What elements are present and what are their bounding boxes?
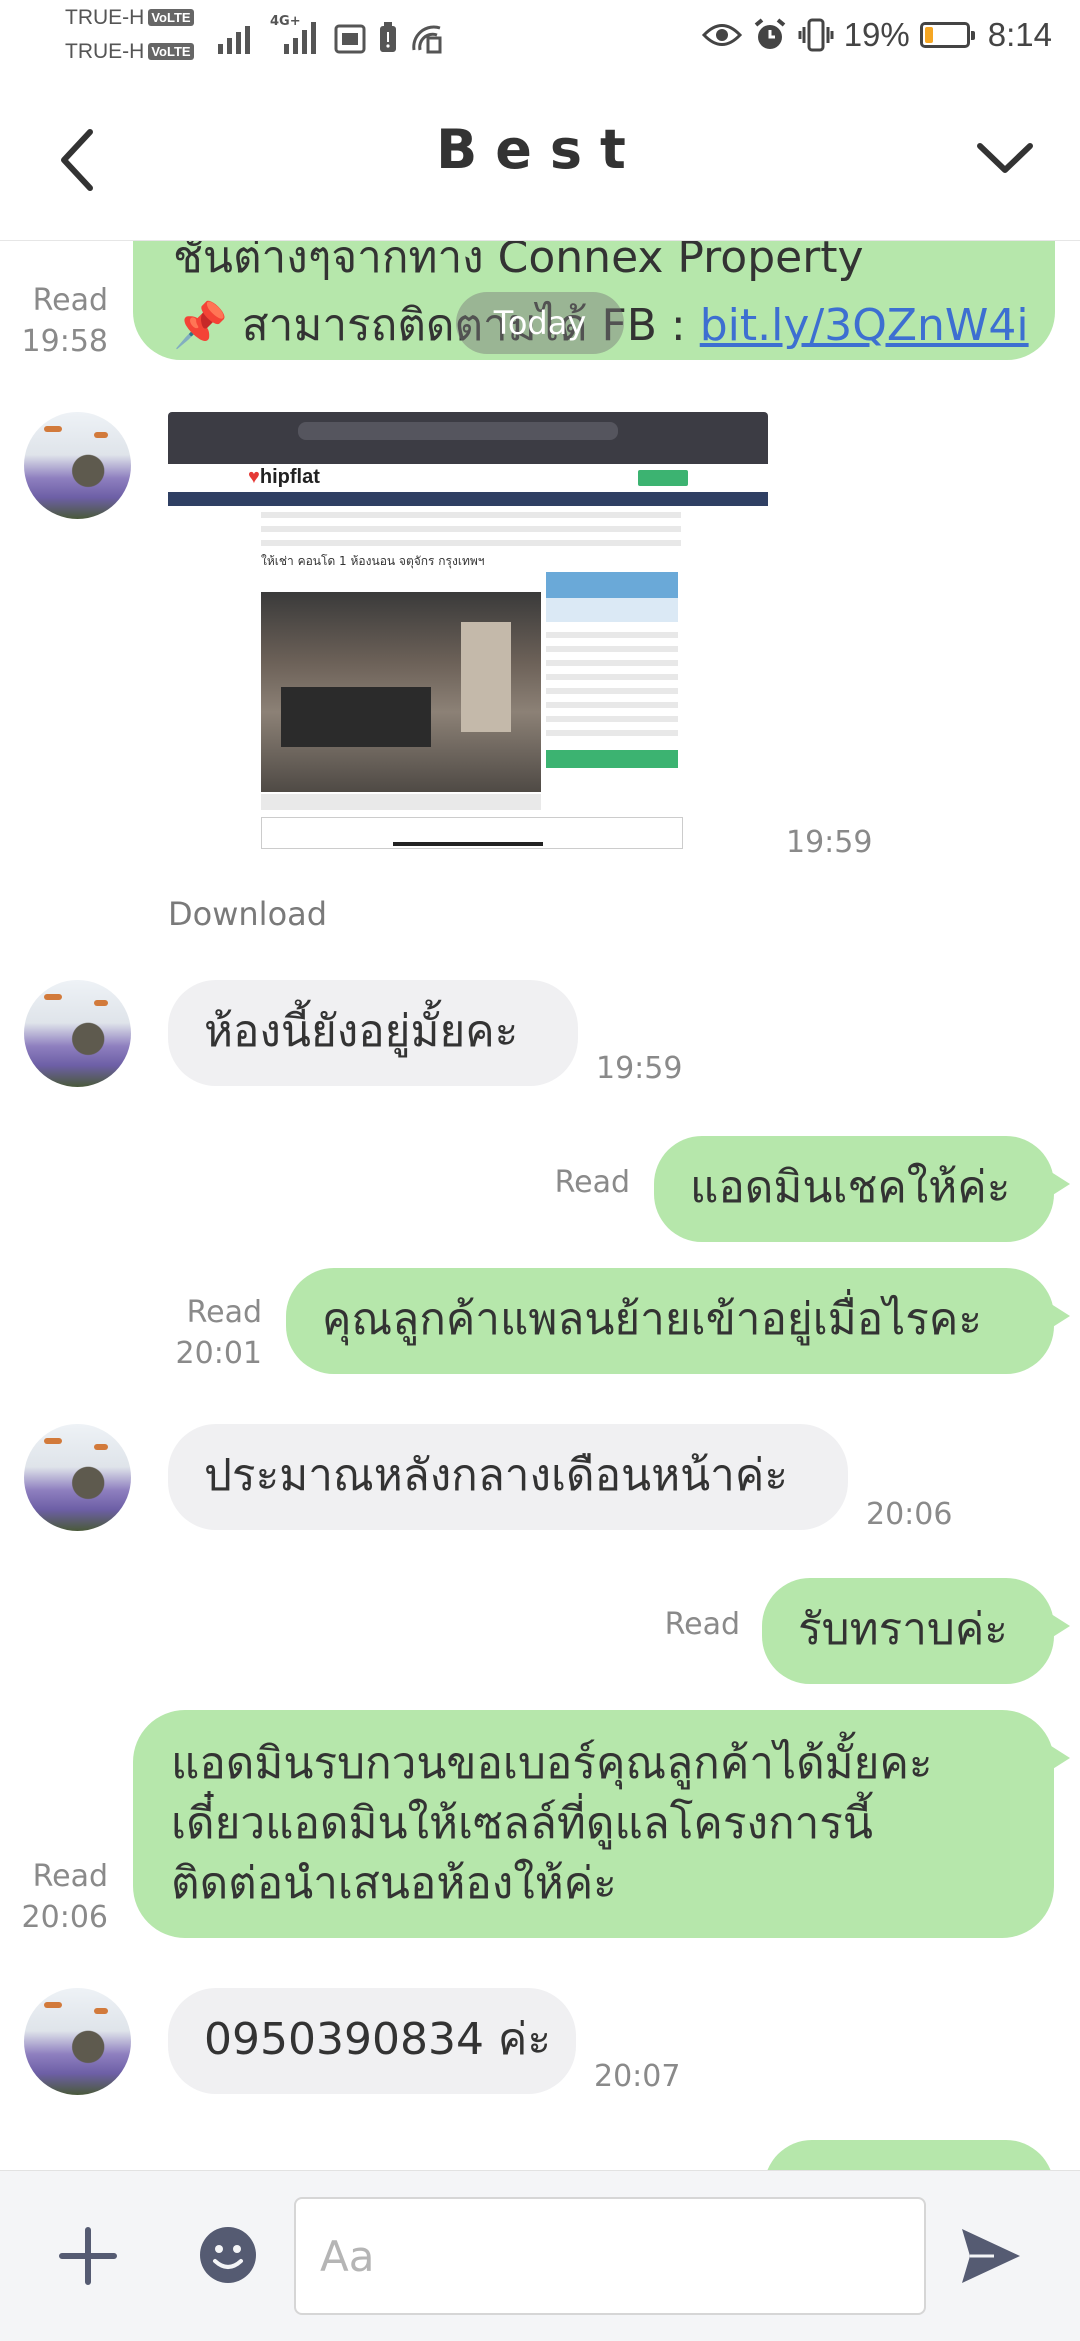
read-status: Read — [32, 1859, 108, 1894]
send-icon[interactable] — [958, 2223, 1024, 2289]
image-message[interactable]: ♥hipflat ให้เช่า คอนโด 1 ห้องนอน จตุจักร… — [168, 412, 768, 852]
vibrate-icon — [798, 18, 834, 52]
message-composer — [0, 2170, 1080, 2341]
status-bar: TRUE-H VoLTE TRUE-H VoLTE 4G+ 19% 8:14 — [0, 0, 1080, 78]
message-text: ชั้นต่างๆจากทาง Connex Property — [173, 240, 864, 283]
image-heading-text: ให้เช่า คอนโด 1 ห้องนอน จตุจักร กรุงเทพฯ — [261, 554, 485, 568]
message-time: 20:07 — [594, 2059, 681, 2094]
message-time: 20:01 — [175, 1336, 262, 1371]
carrier-label-1: TRUE-H VoLTE — [65, 6, 194, 30]
message-time: 19:59 — [596, 1051, 683, 1086]
read-status: Read — [664, 1607, 740, 1642]
battery-icon — [919, 22, 975, 48]
message-bubble-outgoing[interactable]: แอดมินเชคให้ค่ะ — [654, 1136, 1070, 1242]
message-text: 0950390834 ค่ะ — [204, 2014, 551, 2065]
battery-saver-icon — [380, 22, 396, 52]
message-bubble-outgoing[interactable]: คุณลูกค้าแพลนย้ายเข้าอยู่เมื่อไรคะ — [286, 1268, 1070, 1374]
message-text: ประมาณหลังกลางเดือนหน้าค่ะ — [204, 1450, 788, 1501]
message-text: รับทราบค่ะ — [798, 1604, 1008, 1655]
status-icons-right: 19% 8:14 — [701, 10, 1052, 60]
message-meta: Read 20:06 — [10, 1856, 108, 1938]
chat-header: Best — [0, 78, 1080, 241]
signal-icon — [218, 26, 250, 54]
volte-badge: VoLTE — [148, 43, 194, 60]
message-text-line: แอดมินรบกวนขอเบอร์คุณลูกค้าได้มั้ยคะ — [171, 1738, 933, 1789]
plus-icon[interactable] — [58, 2226, 118, 2286]
chevron-down-icon[interactable] — [970, 128, 1040, 188]
message-input[interactable] — [296, 2199, 924, 2313]
message-time: 20:06 — [866, 1497, 953, 1532]
message-text-line: เดี๋ยวแอดมินให้เซลล์ที่ดูแลโครงการนี้ — [171, 1798, 874, 1849]
status-icons-left: 4G+ — [218, 14, 444, 54]
download-link[interactable]: Download — [168, 895, 327, 933]
hotspot-icon — [412, 25, 442, 54]
clock: 8:14 — [987, 16, 1052, 53]
message-link[interactable]: bit.ly/3QZnW4i — [700, 300, 1029, 351]
message-bubble-incoming[interactable]: ห้องนี้ยังอยู่มั้ยคะ — [168, 980, 578, 1086]
sim-icon — [334, 24, 366, 54]
message-input-box[interactable] — [294, 2197, 926, 2315]
date-divider: Today — [456, 292, 624, 354]
volte-badge: VoLTE — [148, 9, 194, 26]
carrier-name: TRUE-H — [65, 6, 145, 29]
message-text: แอดมินเชคให้ค่ะ — [690, 1162, 1011, 1213]
read-status: Read — [554, 1165, 630, 1200]
chat-title: Best — [436, 118, 644, 181]
message-bubble-outgoing[interactable]: รับทราบค่ะ — [762, 1578, 1070, 1684]
battery-fill — [924, 27, 933, 43]
avatar[interactable] — [24, 1424, 131, 1531]
avatar[interactable] — [24, 412, 131, 519]
message-bubble-incoming[interactable]: ประมาณหลังกลางเดือนหน้าค่ะ — [168, 1424, 848, 1530]
message-meta: Read 19:58 — [10, 280, 108, 362]
carrier-name: TRUE-H — [65, 40, 145, 63]
message-time: 19:58 — [21, 324, 108, 359]
message-time: 19:59 — [786, 825, 873, 860]
read-status: Read — [32, 283, 108, 318]
chat-messages[interactable]: ชั้นต่างๆจากทาง Connex Property 📌 สามารถ… — [0, 240, 1080, 2170]
room-photo — [261, 592, 541, 792]
message-text: คุณลูกค้าแพลนย้ายเข้าอยู่เมื่อไรคะ — [322, 1294, 982, 1345]
image-logo-text: ♥hipflat — [248, 466, 320, 488]
message-text-line: ติดต่อนำเสนอห้องให้ค่ะ — [171, 1858, 617, 1909]
eye-icon — [701, 24, 742, 46]
read-status: Read — [186, 1295, 262, 1330]
smiley-icon[interactable] — [198, 2225, 258, 2285]
message-bubble-incoming[interactable]: 0950390834 ค่ะ — [168, 1988, 576, 2094]
message-text: ห้องนี้ยังอยู่มั้ยคะ — [204, 1006, 519, 1057]
message-bubble-outgoing[interactable] — [764, 2140, 1054, 2170]
signal-4g-icon: 4G+ — [270, 14, 322, 54]
avatar[interactable] — [24, 1988, 131, 2095]
alarm-icon — [754, 18, 785, 49]
carrier-label-2: TRUE-H VoLTE — [65, 40, 194, 64]
message-meta: Read 20:01 — [150, 1292, 262, 1374]
avatar[interactable] — [24, 980, 131, 1087]
message-bubble-outgoing[interactable]: แอดมินรบกวนขอเบอร์คุณลูกค้าได้มั้ยคะ เดี… — [133, 1710, 1070, 1938]
message-time: 20:06 — [21, 1900, 108, 1935]
battery-percent: 19% — [843, 16, 910, 53]
